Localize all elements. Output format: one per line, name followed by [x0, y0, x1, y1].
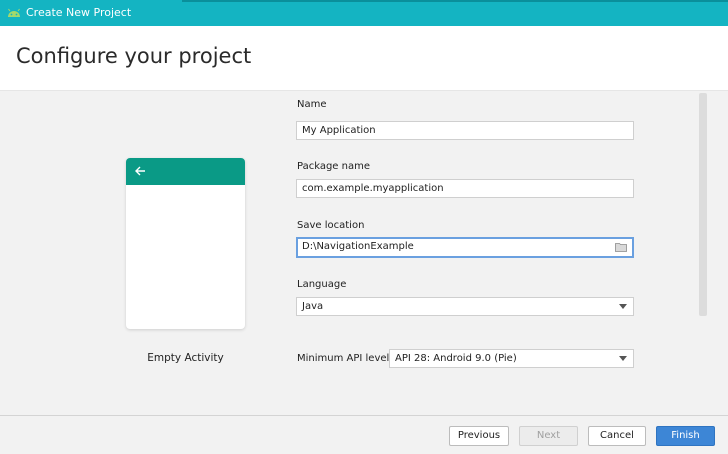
chevron-down-icon — [619, 304, 627, 309]
window-title: Create New Project — [26, 6, 132, 19]
package-name-label: Package name — [297, 161, 370, 172]
android-studio-icon — [8, 8, 20, 17]
template-preview-toolbar — [126, 158, 245, 185]
cancel-button[interactable]: Cancel — [588, 426, 646, 446]
finish-button[interactable]: Finish — [656, 426, 715, 446]
minimum-api-level-value: API 28: Android 9.0 (Pie) — [395, 353, 517, 364]
minimum-api-level-select[interactable]: API 28: Android 9.0 (Pie) — [389, 349, 634, 368]
save-location-label: Save location — [297, 220, 365, 231]
previous-button[interactable]: Previous — [449, 426, 509, 446]
name-field[interactable]: My Application — [296, 121, 634, 140]
footer-divider — [0, 415, 728, 416]
save-location-field-value: D:\NavigationExample — [302, 241, 414, 252]
page-title: Configure your project — [16, 44, 252, 68]
save-location-field[interactable]: D:\NavigationExample — [296, 237, 634, 258]
language-select-value: Java — [302, 301, 324, 312]
name-label: Name — [297, 99, 327, 110]
title-bar-accent-line — [182, 0, 728, 2]
package-name-field-value: com.example.myapplication — [302, 183, 444, 194]
language-select[interactable]: Java — [296, 297, 634, 316]
name-field-value: My Application — [302, 125, 376, 136]
template-preview-card — [126, 158, 245, 329]
minimum-api-level-label: Minimum API level — [297, 353, 390, 364]
folder-icon[interactable] — [615, 242, 627, 252]
title-bar: Create New Project — [0, 0, 728, 26]
create-project-window: Create New Project Configure your projec… — [0, 0, 728, 454]
language-label: Language — [297, 279, 347, 290]
chevron-down-icon — [619, 356, 627, 361]
template-name: Empty Activity — [147, 352, 224, 364]
back-arrow-icon — [135, 166, 145, 176]
package-name-field[interactable]: com.example.myapplication — [296, 179, 634, 198]
next-button[interactable]: Next — [519, 426, 578, 446]
vertical-scrollbar[interactable] — [699, 93, 707, 316]
